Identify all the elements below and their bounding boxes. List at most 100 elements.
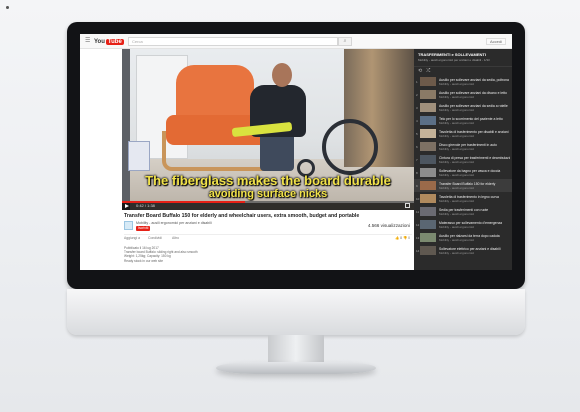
playlist-item-text: Tavoletta di trasferimento in legno curv…: [439, 195, 510, 203]
progress-bar[interactable]: [122, 201, 414, 203]
playlist-item-thumbnail: [420, 142, 436, 151]
playlist-item[interactable]: 7 Cintura di presa per trasferimenti e de…: [414, 153, 512, 166]
playlist-item[interactable]: 6 Disco girevole per trasferimenti in aut…: [414, 140, 512, 153]
subscribe-button[interactable]: Iscriviti: [136, 226, 151, 231]
playlist-item-channel: Mobility - ausili ergonomici: [439, 94, 475, 99]
video-scene-wheelchair-wheel: [322, 119, 378, 175]
playlist-item-title: Sollevatore da bagno per vasca e doccia: [439, 168, 501, 173]
signin-button[interactable]: Accedi: [485, 38, 506, 45]
playlist-item-thumbnail: [420, 207, 436, 216]
playlist-list: 1 Ausilio per sollevare anziani da sedia,…: [414, 75, 512, 257]
playlist-item-text: Sedia per trasferimenti con ruote Mobilit…: [439, 208, 510, 216]
playlist-item[interactable]: 8 Sollevatore da bagno per vasca e doccia…: [414, 166, 512, 179]
playlist-item-channel: Mobility - ausili ergonomici: [439, 250, 475, 255]
more-button[interactable]: Altro: [172, 236, 179, 240]
playlist-item-thumbnail: [420, 246, 436, 255]
search-input[interactable]: Cerca: [128, 37, 338, 46]
view-count: 4.566 visualizzazioni: [367, 223, 410, 228]
playlist-item-thumbnail: [420, 194, 436, 203]
playlist-item-title: Sollevatore elettrico per anziani e disa…: [439, 246, 501, 251]
youtube-logo[interactable]: You Tube: [94, 37, 124, 46]
playlist-item-channel: Mobility - ausili ergonomici: [439, 120, 475, 125]
playlist-item-thumbnail: [420, 116, 436, 125]
loop-icon[interactable]: ⟲: [418, 68, 422, 74]
search-icon[interactable]: ⌕: [338, 37, 352, 46]
playlist-item-channel: Mobility - ausili ergonomici: [439, 198, 475, 203]
playlist-item[interactable]: 2 Ausilio per sollevare anziani da divano…: [414, 88, 512, 101]
share-button[interactable]: Condividi: [148, 236, 162, 240]
playlist-item-channel: Mobility - ausili ergonomici: [439, 211, 475, 216]
monitor-stand-base: [216, 362, 376, 374]
playlist-header: TRASFERIMENTI e SOLLEVAMENTI Mobility - …: [414, 49, 512, 67]
menu-icon[interactable]: ☰: [85, 38, 91, 44]
playlist-item[interactable]: 5 Tavoletta di trasferimento per disabili…: [414, 127, 512, 140]
playlist-item-thumbnail: [420, 181, 436, 190]
playlist-item-text: Transfer Board Buffalo 150 for elderly Mo…: [439, 182, 510, 190]
playlist-item[interactable]: 1 Ausilio per sollevare anziani da sedia,…: [414, 75, 512, 88]
playlist-item-thumbnail: [420, 168, 436, 177]
logo-you-text: You: [94, 38, 105, 45]
playlist-item-title: Cintura di presa per trasferimenti e dea…: [439, 155, 510, 160]
playlist-item-text: Sollevatore elettrico per anziani e disa…: [439, 247, 510, 255]
add-to-button[interactable]: Aggiungi a: [124, 236, 140, 240]
playlist-item-title: Materasso per sollevamento d'emergenza: [439, 220, 503, 225]
playlist-item[interactable]: 13 Ausilio per rialzarsi da terra dopo ca…: [414, 231, 512, 244]
playlist-item-channel: Mobility - ausili ergonomici: [439, 185, 475, 190]
playlist-title[interactable]: TRASFERIMENTI e SOLLEVAMENTI: [418, 52, 509, 57]
playlist-item-channel: Mobility - ausili ergonomici: [439, 172, 475, 177]
channel-row: Mobility - ausili ergonomici per anziani…: [124, 220, 412, 232]
like-dislike-counts[interactable]: 👍 8 👎 0: [395, 236, 410, 240]
playlist-subtitle: Mobility - ausili ergonomici per anziani…: [418, 58, 490, 62]
playlist-item-text: Disco girevole per trasferimenti in auto…: [439, 143, 510, 151]
time-display: 0:42 / 1:38: [136, 203, 155, 208]
playlist-item-thumbnail: [420, 233, 436, 242]
video-description: Pubblicato il 16 lug 2017 Transfer board…: [124, 246, 412, 263]
logo-tube-text: Tube: [105, 38, 124, 45]
youtube-topbar: ☰ You Tube Cerca ⌕ Accedi: [80, 34, 512, 49]
playlist-item-text: Ausilio per sollevare anziani da sedia a…: [439, 104, 510, 112]
playlist-item-text: Sollevatore da bagno per vasca e doccia M…: [439, 169, 510, 177]
playlist-item-channel: Mobility - ausili ergonomici: [439, 224, 475, 229]
monitor-stand-neck: [268, 335, 324, 365]
playlist-item-title: Tavoletta di trasferimento per disabili …: [439, 129, 509, 134]
playlist-item[interactable]: 10 Tavoletta di trasferimento in legno cu…: [414, 192, 512, 205]
description-line: Ready stock in our web site: [124, 258, 163, 263]
channel-avatar[interactable]: [124, 221, 133, 230]
screen: ☰ You Tube Cerca ⌕ Accedi The fiberglass…: [80, 34, 512, 270]
play-icon[interactable]: [125, 204, 129, 208]
playlist-item-title: Telo per lo scorrimento del paziente a l…: [439, 116, 503, 121]
video-title: Transfer Board Buffalo 150 for elderly a…: [124, 213, 360, 219]
playlist-item-channel: Mobility - ausili ergonomici: [439, 159, 475, 164]
corner-dot: [6, 6, 9, 9]
monitor-chin: [67, 289, 525, 335]
playlist-controls: ⟲ ⤮: [414, 67, 512, 75]
playlist-item[interactable]: 4 Telo per lo scorrimento del paziente a …: [414, 114, 512, 127]
playlist-item[interactable]: 12 Materasso per sollevamento d'emergenza…: [414, 218, 512, 231]
playlist-item-channel: Mobility - ausili ergonomici: [439, 237, 475, 242]
playlist-item-title: Ausilio per rialzarsi da terra dopo cadu…: [439, 233, 500, 238]
action-bar: Aggiungi a Condividi Altro 👍 8 👎 0: [124, 234, 412, 242]
playlist-item[interactable]: 3 Ausilio per sollevare anziani da sedia …: [414, 101, 512, 114]
playlist-sidebar: TRASFERIMENTI e SOLLEVAMENTI Mobility - …: [414, 49, 512, 270]
playlist-item-channel: Mobility - ausili ergonomici: [439, 146, 475, 151]
shuffle-icon[interactable]: ⤮: [426, 68, 430, 74]
video-scene-product-box: [128, 141, 150, 171]
playlist-item-thumbnail: [420, 77, 436, 86]
playlist-item-thumbnail: [420, 220, 436, 229]
playlist-item-text: Telo per lo scorrimento del paziente a l…: [439, 117, 510, 125]
playlist-item[interactable]: 14 Sollevatore elettrico per anziani e di…: [414, 244, 512, 257]
playlist-item[interactable]: 11 Sedia per trasferimenti con ruote Mobil…: [414, 205, 512, 218]
channel-name[interactable]: Mobility - ausili ergonomici per anziani…: [136, 221, 212, 225]
video-player[interactable]: The fiberglass makes the board durable a…: [122, 49, 414, 210]
playlist-item-text: Ausilio per sollevare anziani da sedia, …: [439, 78, 510, 86]
video-scene-person-head: [272, 63, 292, 87]
playlist-item-text: Materasso per sollevamento d'emergenza Mo…: [439, 221, 510, 229]
fullscreen-icon[interactable]: [405, 203, 410, 208]
playlist-item-channel: Mobility - ausili ergonomici: [439, 107, 475, 112]
playlist-item-title: Ausilio per sollevare anziani da sedia a…: [439, 103, 508, 108]
playlist-item[interactable]: 9 Transfer Board Buffalo 150 for elderly M…: [414, 179, 512, 192]
subtitle-line-2: avoiding surface nicks: [208, 188, 328, 200]
subtitle-line-1: The fiberglass makes the board durable: [145, 173, 391, 188]
player-controls: 0:42 / 1:38: [122, 201, 414, 210]
playlist-item-text: Tavoletta di trasferimento per disabili …: [439, 130, 510, 138]
